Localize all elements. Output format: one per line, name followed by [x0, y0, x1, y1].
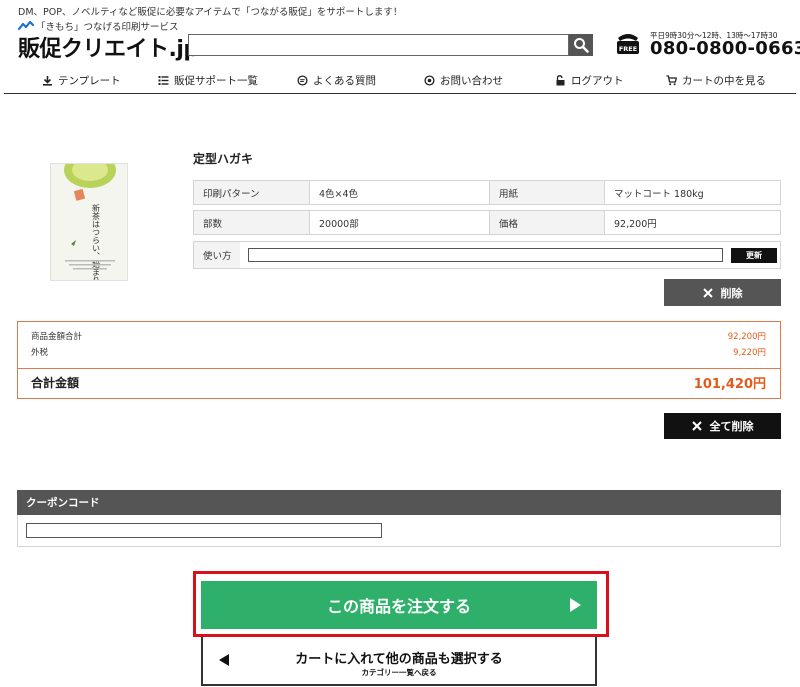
totals-divider [18, 368, 780, 369]
main-nav: テンプレート 販促サポート一覧 よくある質問 お問い合わせ ログアウト カートの… [4, 70, 796, 94]
quantity-value: 20000部 [309, 211, 489, 234]
nav-item-faq[interactable]: よくある質問 [297, 73, 376, 88]
search-input[interactable] [188, 34, 569, 56]
print-pattern-value: 4色×4色 [309, 181, 489, 204]
tax-value: 9,220円 [733, 348, 766, 358]
product-title: 定型ハガキ [193, 152, 254, 166]
tax-label: 外税 [31, 348, 49, 358]
delete-all-button[interactable]: 全て削除 [664, 413, 781, 439]
nav-item-label: テンプレート [58, 75, 121, 87]
download-icon [43, 76, 52, 86]
paper-value: マットコート 180kg [604, 181, 780, 204]
nav-item-label: カートの中を見る [682, 75, 766, 87]
search-icon [574, 38, 589, 53]
nav-item-template[interactable]: テンプレート [42, 73, 121, 88]
delete-label: 削除 [720, 286, 743, 300]
search-button[interactable] [569, 34, 593, 56]
order-totals: 商品金額合計 92,200円 外税 9,220円 合計金額 101,420円 [17, 321, 781, 399]
nav-item-support-list[interactable]: 販促サポート一覧 [158, 73, 258, 88]
paper-label: 用紙 [489, 181, 604, 204]
spec-row-quantity: 部数 20000部 価格 92,200円 [193, 210, 781, 235]
phone-number[interactable]: 080-0800-0663 [650, 38, 800, 59]
play-arrow-icon [570, 598, 581, 612]
subtotal-label: 商品金額合計 [31, 332, 83, 342]
subtotal-value: 92,200円 [727, 332, 766, 342]
unlock-icon [556, 75, 565, 86]
spec-row-pattern: 印刷パターン 4色×4色 用紙 マットコート 180kg [193, 180, 781, 205]
nav-item-label: 販促サポート一覧 [174, 75, 258, 87]
close-icon [702, 287, 713, 298]
price-label: 価格 [489, 211, 604, 234]
delete-button[interactable]: 削除 [664, 279, 781, 306]
coupon-input[interactable] [26, 523, 382, 538]
usage-row: 使い方 更新 [193, 241, 781, 269]
product-thumbnail[interactable]: 新茶はつらい、始まります [50, 163, 128, 281]
nav-item-label: よくある質問 [313, 75, 376, 87]
grand-total-label: 合計金額 [31, 376, 80, 390]
postcard-image: 新茶はつらい、始まります [51, 164, 127, 280]
free-phone-icon: FREE [617, 34, 639, 54]
cart-icon [666, 75, 677, 86]
contact-icon [424, 75, 435, 86]
nav-item-contact[interactable]: お問い合わせ [424, 73, 503, 88]
list-icon [158, 76, 169, 85]
continue-sublabel: カテゴリー一覧へ戻る [361, 668, 437, 677]
coupon-panel [17, 515, 781, 547]
coupon-heading: クーポンコード [17, 490, 781, 515]
continue-shopping-button[interactable]: カートに入れて他の商品も選択する カテゴリー一覧へ戻る [201, 637, 597, 686]
print-pattern-label: 印刷パターン [194, 181, 309, 204]
logo-wave-icon [18, 21, 34, 31]
site-logo[interactable]: 販促クリエイト.jp [18, 31, 199, 63]
update-button[interactable]: 更新 [731, 248, 777, 263]
free-label: FREE [619, 45, 637, 53]
usage-label: 使い方 [194, 242, 240, 268]
price-value: 92,200円 [604, 211, 780, 234]
order-button[interactable]: この商品を注文する [201, 581, 597, 629]
close-icon [691, 421, 702, 431]
nav-item-cart[interactable]: カートの中を見る [666, 73, 766, 88]
continue-label: カートに入れて他の商品も選択する [295, 652, 503, 667]
quantity-label: 部数 [194, 211, 309, 234]
nav-item-label: ログアウト [571, 75, 624, 87]
grand-total-value: 101,420円 [693, 377, 766, 392]
nav-item-logout[interactable]: ログアウト [555, 73, 624, 88]
chat-icon [297, 75, 308, 86]
site-tagline: DM、POP、ノベルティなど販促に必要なアイテムで「つながる販促」をサポートしま… [18, 7, 403, 18]
nav-item-label: お問い合わせ [440, 75, 503, 87]
order-label: この商品を注文する [326, 597, 471, 616]
usage-input[interactable] [248, 248, 723, 262]
delete-all-label: 全て削除 [709, 420, 754, 433]
